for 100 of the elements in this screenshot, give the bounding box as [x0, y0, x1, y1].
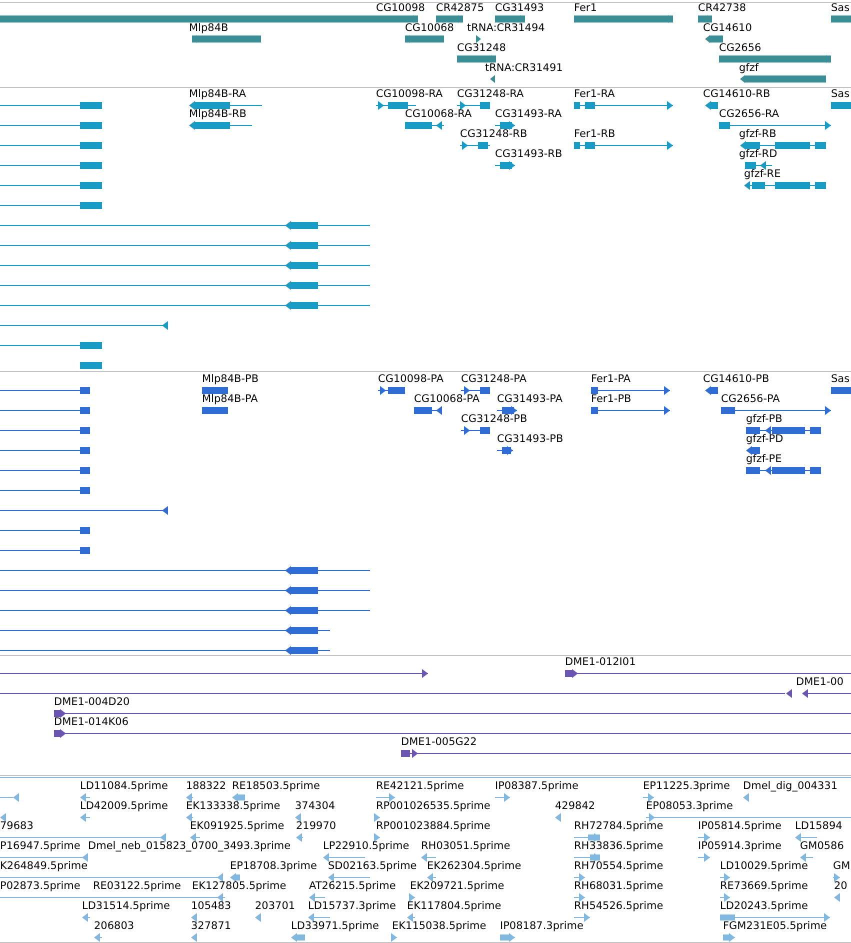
feature-label: GM — [833, 860, 850, 873]
feature-label: CG31248 — [457, 42, 506, 55]
feature-label: Dmel_dig_004331 — [743, 780, 838, 793]
feature-label: CG2656 — [719, 42, 762, 55]
feature-label: Dmel_neb_015823_0700_3493.3prime — [88, 840, 291, 853]
feature-label: CG31248-RB — [460, 128, 528, 141]
feature-label: IP05914.3prime — [698, 840, 782, 853]
feature-label: 429842 — [555, 800, 596, 813]
feature-label: CG2656-RA — [719, 108, 780, 121]
feature-label: RE73669.5prime — [720, 880, 808, 893]
feature-label: RH68031.5prime — [574, 880, 664, 893]
feature-label: RH03051.5prime — [421, 840, 510, 853]
feature-label: K264849.5prime — [0, 860, 88, 873]
feature-label: P16947.5prime — [0, 840, 80, 853]
feature-label: CG10098-RA — [376, 88, 443, 101]
feature-label: CG31493-RB — [495, 148, 562, 161]
feature-label: gfzf-PE — [746, 453, 782, 466]
feature-label: LD20243.5prime — [720, 900, 808, 913]
feature-label: CG14610-PB — [703, 373, 770, 386]
feature-label: CG10098 — [376, 3, 425, 15]
feature-label: CG10098-PA — [378, 373, 444, 386]
feature-label: LD15737.3prime — [308, 900, 396, 913]
feature-label: CG31248-RA — [457, 88, 524, 101]
feature-label: RH54526.5prime — [574, 900, 664, 913]
feature-label: Fer1 — [574, 3, 597, 15]
feature-label: CG10068-PA — [414, 393, 480, 406]
feature-label: 105483 — [191, 900, 232, 913]
feature-label: 206803 — [94, 920, 134, 933]
feature-label: RP001023884.5prime — [376, 820, 490, 833]
feature-label: Mlp84B-RB — [189, 108, 246, 121]
feature-label: 374304 — [295, 800, 336, 813]
feature-label: DME1-012I01 — [565, 656, 636, 669]
feature-label: Mlp84B-RA — [189, 88, 246, 101]
feature-label: LD42009.5prime — [80, 800, 168, 813]
feature-label: gfzf-RE — [744, 168, 781, 181]
feature-label: CG14610 — [703, 22, 752, 35]
feature-label: SD02163.5prime — [328, 860, 417, 873]
feature-label: AT26215.5prime — [309, 880, 396, 893]
feature-label: CG31493-PA — [497, 393, 563, 406]
feature-label: LD33971.5prime — [291, 920, 379, 933]
feature-label: Sas — [831, 88, 850, 101]
feature-label: CG10068 — [405, 22, 454, 35]
feature-label: LD10029.5prime — [720, 860, 808, 873]
feature-label: CG31248-PB — [461, 413, 528, 426]
feature-label: tRNA:CR31494 — [467, 22, 545, 35]
feature-label: tRNA:CR31491 — [485, 62, 563, 75]
feature-label: DME1-00 — [796, 676, 844, 689]
feature-label: EK209721.5prime — [410, 880, 504, 893]
feature-label: IP08187.3prime — [500, 920, 584, 933]
feature-label: EK133338.5prime — [186, 800, 280, 813]
feature-label: IP05814.5prime — [698, 820, 782, 833]
feature-label: Fer1-PB — [591, 393, 632, 406]
feature-label: gfzf — [739, 62, 759, 75]
feature-label: CG31493 — [495, 3, 544, 15]
feature-label: Mlp84B-PB — [202, 373, 259, 386]
feature-label: GM0586 — [800, 840, 844, 853]
feature-label: DME1-004D20 — [54, 696, 130, 709]
feature-label: RE03122.5prime — [93, 880, 181, 893]
feature-label: RE18503.5prime — [232, 780, 320, 793]
feature-label: 327871 — [191, 920, 232, 933]
feature-label: CG31493-PB — [497, 433, 564, 446]
feature-label: RH70554.5prime — [574, 860, 664, 873]
feature-label: Fer1-RB — [574, 128, 616, 141]
feature-label: EK127805.5prime — [192, 880, 286, 893]
feature-label: RP001026535.5prime — [376, 800, 490, 813]
feature-label: Sas — [831, 3, 850, 15]
feature-label: 79683 — [0, 820, 34, 833]
feature-label: Fer1-PA — [591, 373, 631, 386]
feature-label: Mlp84B-PA — [202, 393, 258, 406]
feature-label: EK262304.5prime — [427, 860, 522, 873]
feature-label: P02873.5prime — [0, 880, 80, 893]
feature-label: EP11225.3prime — [643, 780, 730, 793]
feature-label: gfzf-RD — [739, 148, 778, 161]
feature-label: gfzf-PD — [746, 433, 784, 446]
feature-label: EP08053.3prime — [646, 800, 733, 813]
feature-label: Mlp84B — [189, 22, 228, 35]
feature-label: LP22910.5prime — [323, 840, 410, 853]
feature-label: FGM231E05.5prime — [723, 920, 827, 933]
feature-label: LD11084.5prime — [80, 780, 168, 793]
feature-label: RE42121.5prime — [376, 780, 464, 793]
feature-label: CG14610-RB — [703, 88, 770, 101]
feature-label: EK091925.5prime — [190, 820, 284, 833]
feature-label: LD31514.5prime — [82, 900, 170, 913]
feature-label: IP08387.5prime — [495, 780, 578, 793]
feature-label: EK117804.5prime — [407, 900, 502, 913]
feature-label: 20 — [834, 880, 848, 893]
feature-label: RH72784.5prime — [574, 820, 664, 833]
feature-label: CG31248-PA — [461, 373, 527, 386]
feature-label: CG31493-RA — [495, 108, 562, 121]
feature-label: CR42875 — [436, 3, 484, 15]
feature-label: CG10068-RA — [405, 108, 472, 121]
feature-label: Fer1-RA — [574, 88, 615, 101]
feature-label: 203701 — [255, 900, 296, 913]
feature-label: 219970 — [296, 820, 336, 833]
feature-label: CR42738 — [698, 3, 746, 15]
feature-label: Sas — [831, 373, 850, 386]
feature-label: DME1-014K06 — [54, 716, 129, 729]
feature-label: 188322 — [186, 780, 226, 793]
feature-label: gfzf-RB — [739, 128, 776, 141]
feature-label: CG2656-PA — [721, 393, 780, 406]
